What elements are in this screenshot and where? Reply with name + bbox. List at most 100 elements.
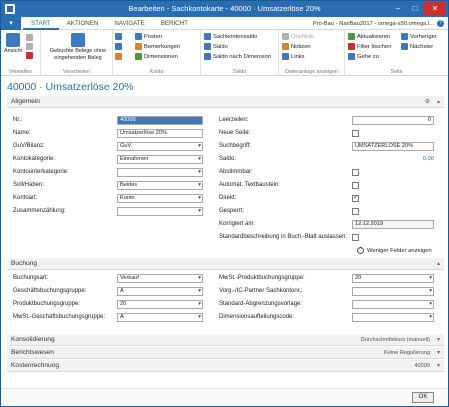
ribbon-group-konto: Posten Bemerkungen Dimensionen Konto (113, 30, 201, 76)
gesperrt-checkbox[interactable] (352, 208, 359, 215)
maximize-button[interactable]: □ (407, 2, 423, 15)
form-content: Allgemein ⚙ ▴ Nr.: 40000 Name: Umsatzerl… (7, 96, 444, 379)
delete-button[interactable] (26, 52, 33, 59)
section-konsolidierung-title: Konsolidierung (11, 336, 55, 343)
posten-button[interactable]: Posten (135, 33, 162, 40)
ok-button[interactable]: OK (412, 392, 434, 403)
chevron-down-icon[interactable]: ▾ (437, 347, 440, 359)
mwst-geschaeftsbuchungsgruppe-select[interactable]: A (117, 313, 203, 322)
weniger-felder-button[interactable]: ^ Weniger Felder anzeigen (357, 247, 432, 254)
guv-label: GuV/Bilanz: (13, 143, 45, 149)
tab-navigate[interactable]: NAVIGATE (106, 17, 152, 30)
chevron-down-icon[interactable]: ▾ (437, 334, 440, 346)
konto-chart-button[interactable] (115, 53, 122, 60)
gehe-zu-label: Gehe zu (357, 53, 379, 60)
neue-seite-label: Neue Seite: (219, 130, 251, 136)
abstimmbar-checkbox[interactable] (352, 169, 359, 176)
bemerkungen-button[interactable]: Bemerkungen (135, 43, 180, 50)
saldo-button[interactable]: Saldo (204, 43, 228, 50)
nr-value: 40000 (120, 117, 136, 123)
help-icon[interactable]: ? (437, 20, 444, 27)
mwst-produktbuchungsgruppe-label: MwSt.-Produktbuchungsgruppe: (219, 275, 305, 281)
gesperrt-label: Gesperrt: (219, 208, 245, 214)
comment-icon (135, 43, 142, 50)
vorg-ic-partner-select[interactable] (352, 287, 434, 296)
section-konsolidierung[interactable]: Konsolidierung Durchschnittskurs (manuel… (7, 334, 444, 346)
section-berichtswesen[interactable]: Berichtswesen Keine Regulierung ▾ (7, 347, 444, 359)
name-field[interactable]: Umsatzerlöse 20% (117, 129, 203, 138)
vorheriger-label: Vorheriger (410, 33, 437, 40)
automat-textbaustein-checkbox[interactable] (352, 182, 359, 189)
direkt-checkbox[interactable]: ✓ (352, 195, 359, 202)
chevron-up-icon[interactable]: ▴ (437, 96, 440, 108)
close-button[interactable]: ✕ (424, 2, 446, 15)
section-allgemein[interactable]: Allgemein ⚙ ▴ (7, 96, 444, 108)
naechster-button[interactable]: Nächster (401, 43, 433, 50)
chevron-down-icon[interactable]: ▾ (437, 360, 440, 372)
ribbon-group-verwalten: Ansicht Verwalten (1, 30, 41, 76)
saldo-value[interactable]: 0,00 (407, 156, 434, 162)
produktbuchungsgruppe-select[interactable]: 20 (117, 300, 203, 309)
konto-list-button[interactable] (115, 43, 122, 50)
buchungsart-select[interactable]: Verkauf (117, 274, 203, 283)
sollhaben-select[interactable]: Beides (117, 181, 203, 190)
guv-select[interactable]: GuV (117, 142, 203, 151)
mwst-geschaeftsbuchungsgruppe-label: MwSt.-Geschäftsbuchungsgruppe: (13, 314, 106, 320)
sachkontensaldo-button[interactable]: Sachkontensaldo (204, 33, 257, 40)
vorheriger-button[interactable]: Vorheriger (401, 33, 437, 40)
neue-seite-checkbox[interactable] (352, 130, 359, 137)
onenote-button[interactable]: OneNote (282, 33, 314, 40)
standard-abgrenzungsvorlage-label: Standard-Abgrenzungsvorlage: (219, 301, 303, 307)
produktbuchungsgruppe-label: Produktbuchungsgruppe: (13, 301, 81, 307)
ribbon-group-saldo: Sachkontensaldo Saldo Saldo nach Dimensi… (201, 30, 279, 76)
notizen-button[interactable]: Notizen (282, 43, 311, 50)
standardbeschreibung-checkbox[interactable] (352, 234, 359, 241)
aktualisieren-label: Aktualisieren (357, 33, 391, 40)
notes-icon (282, 43, 289, 50)
new-icon (26, 34, 33, 41)
ansicht-label: Ansicht (4, 48, 23, 54)
leerzeilen-field[interactable]: 0 (352, 116, 434, 125)
kontoart-select[interactable]: Konto (117, 194, 203, 203)
gebuchte-belege-button[interactable]: Gebuchte Belege ohne eingehenden Beleg (49, 33, 107, 61)
standard-abgrenzungsvorlage-select[interactable] (352, 300, 434, 309)
section-kostenrechnung[interactable]: Kostenrechnung 40000 ▾ (7, 360, 444, 372)
mwst-produktbuchungsgruppe-select[interactable]: 20 (352, 274, 434, 283)
chevron-up-icon[interactable]: ▴ (437, 258, 440, 270)
edit-button[interactable] (26, 43, 33, 50)
zusammenzaehlung-select[interactable] (117, 207, 203, 216)
geschaeftsbuchungsgruppe-select[interactable]: A (117, 287, 203, 296)
minimize-button[interactable]: – (390, 2, 406, 15)
kontounterkategorie-select[interactable] (117, 168, 203, 177)
arrow-left-icon (401, 33, 408, 40)
konto-grid-button[interactable] (115, 33, 122, 40)
nr-label: Nr.: (13, 117, 23, 123)
saldo-icon (204, 43, 211, 50)
grid-icon (115, 33, 122, 40)
aktualisieren-button[interactable]: Aktualisieren (348, 33, 390, 40)
section-buchung[interactable]: Buchung ▴ (7, 258, 444, 270)
dimensionen-button[interactable]: Dimensionen (135, 53, 178, 60)
filter-loeschen-button[interactable]: Filter löschen (348, 43, 391, 50)
ansicht-button[interactable]: Ansicht (4, 33, 22, 55)
gebuchte-belege-label: Gebuchte Belege ohne eingehenden Beleg (49, 48, 107, 61)
settings-icon[interactable]: ⚙ (425, 96, 430, 108)
file-menu-button[interactable]: ▾ (1, 17, 21, 30)
nr-field[interactable]: 40000 (117, 116, 203, 125)
links-button[interactable]: Links (282, 53, 305, 60)
berichtswesen-summary: Keine Regulierung (383, 350, 430, 356)
tab-start[interactable]: START (23, 17, 59, 30)
dimensionsaufteilungscode-select[interactable] (352, 313, 434, 322)
arrow-right-icon (401, 43, 408, 50)
tab-aktionen[interactable]: AKTIONEN (59, 17, 107, 30)
list-icon (115, 43, 122, 50)
tab-bericht[interactable]: BERICHT (153, 17, 196, 30)
kontokategorie-select[interactable]: Einnahmen (117, 155, 203, 164)
notizen-label: Notizen (291, 43, 311, 50)
saldo-dimension-button[interactable]: Saldo nach Dimension (204, 53, 271, 60)
kontounterkategorie-label: Kontounterkategorie: (13, 169, 69, 175)
suchbegriff-field[interactable]: UMSATZERLÖSE 20% (352, 142, 434, 151)
new-button[interactable] (26, 34, 33, 41)
gehe-zu-button[interactable]: Gehe zu (348, 53, 379, 60)
delete-icon (26, 52, 33, 59)
